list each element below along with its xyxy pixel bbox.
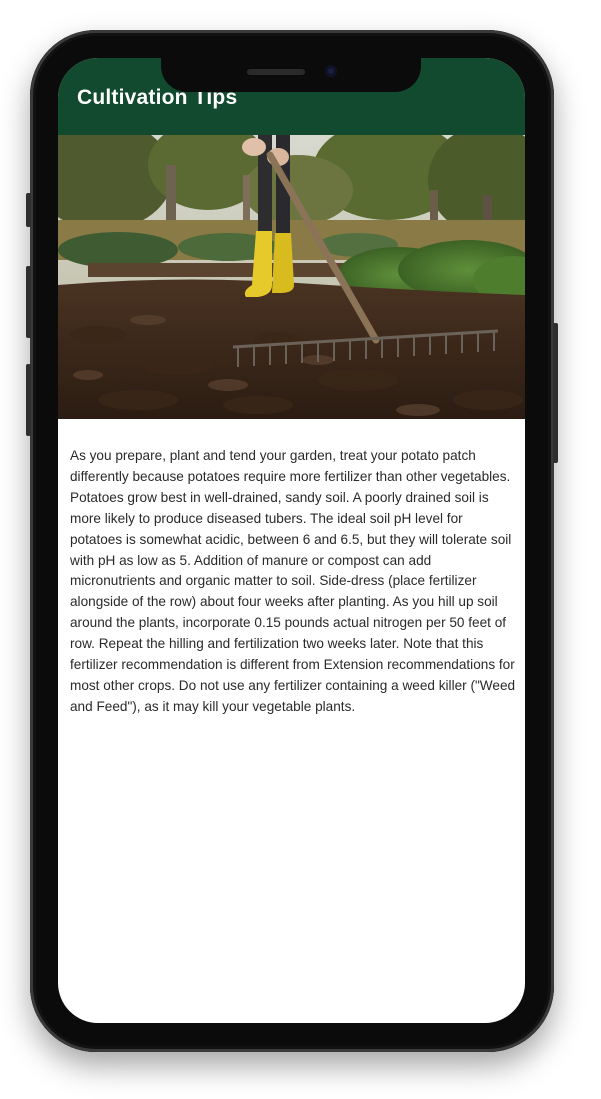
front-camera-icon [325,65,337,77]
hero-image [58,135,525,419]
volume-up-button [26,266,31,338]
mute-switch [26,193,31,227]
volume-down-button [26,364,31,436]
cultivation-tip-text: As you prepare, plant and tend your gard… [70,448,516,714]
speaker-grille [247,69,305,75]
power-button [553,323,558,463]
phone-screen: Cultivation Tips As you prepare, plant a… [58,58,525,1023]
phone-notch [161,58,421,92]
